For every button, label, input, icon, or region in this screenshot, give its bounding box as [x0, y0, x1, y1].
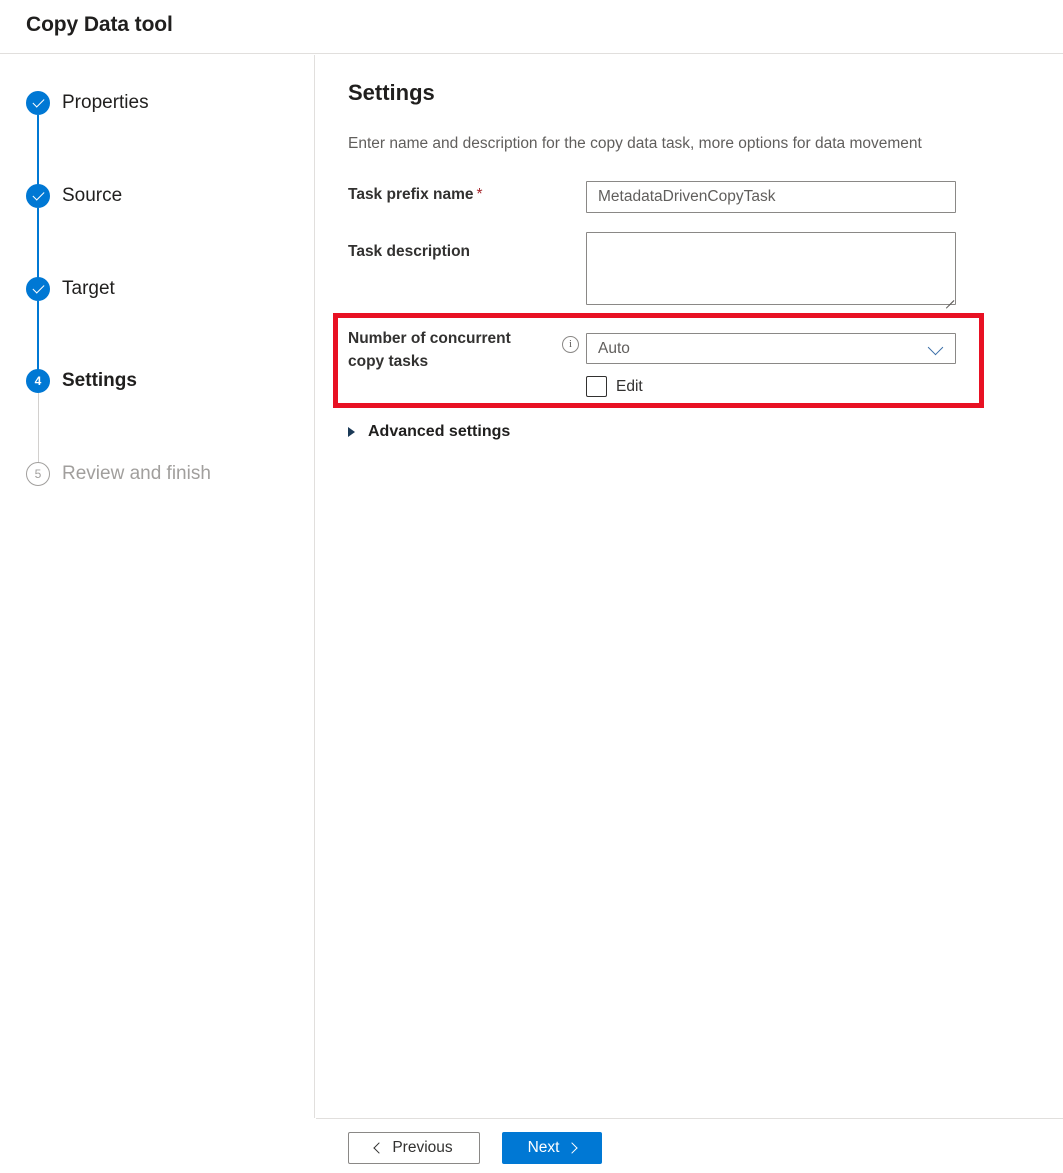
- concurrent-copy-tasks-label-line1: Number of concurrent: [348, 330, 511, 347]
- sidebar-item-settings[interactable]: 4 Settings: [0, 361, 315, 401]
- chevron-left-icon: [374, 1142, 385, 1153]
- task-prefix-name-label: Task prefix name*: [348, 183, 483, 206]
- info-icon[interactable]: i: [562, 336, 579, 353]
- task-description-label: Task description: [348, 240, 470, 263]
- step-number-badge-review: 5: [26, 462, 50, 486]
- sidebar-item-review-and-finish[interactable]: 5 Review and finish: [0, 454, 315, 494]
- advanced-settings-label: Advanced settings: [368, 423, 510, 441]
- edit-checkbox-label: Edit: [616, 378, 643, 396]
- step-number-settings: 4: [35, 375, 42, 387]
- previous-button[interactable]: Previous: [348, 1132, 480, 1164]
- sidebar-item-properties[interactable]: Properties: [0, 83, 315, 123]
- sidebar-item-target[interactable]: Target: [0, 269, 315, 309]
- sidebar-item-label-source: Source: [62, 185, 122, 207]
- concurrent-copy-tasks-label: Number of concurrent copy tasks: [348, 327, 563, 373]
- sidebar-item-label-review-and-finish: Review and finish: [62, 463, 211, 485]
- step-status-check-icon-source: [26, 184, 50, 208]
- step-connector-1: [37, 115, 39, 187]
- step-status-check-icon-properties: [26, 91, 50, 115]
- sidebar-item-label-settings: Settings: [62, 370, 137, 392]
- edit-checkbox[interactable]: [586, 376, 607, 397]
- step-number-review: 5: [35, 468, 42, 480]
- sidebar-item-label-properties: Properties: [62, 92, 149, 114]
- step-number-badge-settings: 4: [26, 369, 50, 393]
- task-description-textarea[interactable]: [586, 232, 956, 305]
- next-button[interactable]: Next: [502, 1132, 602, 1164]
- window-header: Copy Data tool: [0, 0, 1063, 54]
- wizard-step-sidebar: Properties Source Target 4 Settings: [0, 55, 315, 1118]
- page-title: Settings: [348, 80, 435, 106]
- chevron-right-icon: [348, 427, 355, 437]
- task-prefix-name-input[interactable]: [586, 181, 956, 213]
- concurrent-copy-tasks-label-line2: copy tasks: [348, 353, 428, 370]
- advanced-settings-toggle[interactable]: Advanced settings: [348, 423, 510, 441]
- sidebar-item-source[interactable]: Source: [0, 176, 315, 216]
- previous-button-label: Previous: [392, 1139, 452, 1157]
- step-connector-4: [38, 393, 39, 469]
- required-asterisk: *: [477, 186, 483, 203]
- next-button-label: Next: [528, 1139, 560, 1157]
- step-status-check-icon-target: [26, 277, 50, 301]
- step-connector-3: [37, 301, 39, 373]
- chevron-right-icon-next: [567, 1142, 578, 1153]
- settings-panel: Settings Enter name and description for …: [316, 55, 1063, 1118]
- window-title: Copy Data tool: [26, 13, 173, 37]
- page-subtitle: Enter name and description for the copy …: [348, 135, 922, 153]
- step-connector-2: [37, 208, 39, 280]
- copy-data-tool-window: Copy Data tool Properties Source T: [0, 0, 1063, 1173]
- edit-checkbox-row[interactable]: Edit: [586, 376, 643, 397]
- chevron-down-icon: [928, 339, 944, 355]
- concurrent-copy-tasks-dropdown[interactable]: Auto: [586, 333, 956, 364]
- wizard-footer: Previous Next: [316, 1118, 1063, 1173]
- task-prefix-name-label-text: Task prefix name: [348, 186, 474, 203]
- concurrent-copy-tasks-dropdown-value: Auto: [598, 340, 630, 358]
- sidebar-item-label-target: Target: [62, 278, 115, 300]
